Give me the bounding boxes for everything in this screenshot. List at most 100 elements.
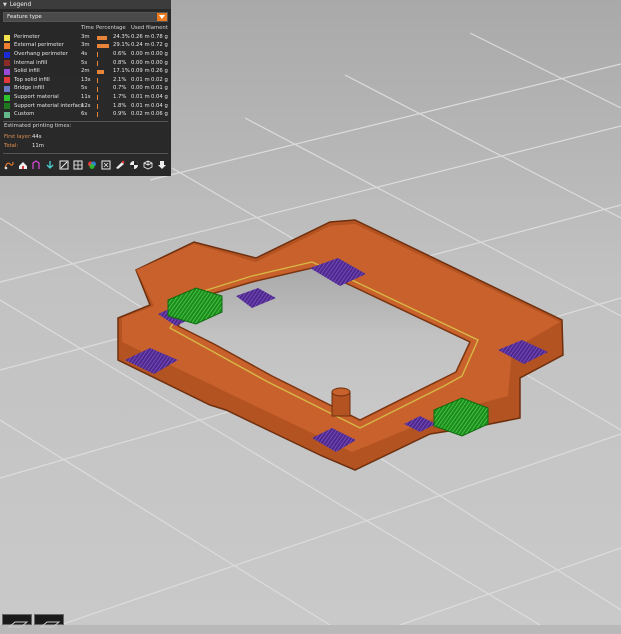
feature-time: 3m <box>81 33 90 40</box>
first-layer-label: First layer: <box>4 134 32 140</box>
seams-icon[interactable] <box>58 158 70 171</box>
feature-time: 5s <box>81 59 88 66</box>
first-layer-row: First layer: 44s <box>4 134 42 140</box>
custom-gcodes-icon[interactable] <box>114 158 126 171</box>
deretractions-icon[interactable] <box>44 158 56 171</box>
legend-row[interactable]: Internal infill 5s 0.8% 0.00 m 0.00 g <box>0 59 171 68</box>
feature-weight: 0.00 g <box>151 50 168 57</box>
legend-row[interactable]: Top solid infill 13s 2.1% 0.01 m 0.02 g <box>0 76 171 85</box>
feature-time: 12s <box>81 102 91 109</box>
center-of-gravity-icon[interactable] <box>128 158 140 171</box>
feature-percentage: 0.9% <box>113 111 127 118</box>
feature-weight: 0.00 g <box>151 59 168 66</box>
percentage-bar <box>97 86 98 92</box>
collapse-triangle-icon[interactable]: ▼ <box>3 2 7 8</box>
feature-percentage: 1.7% <box>113 93 127 100</box>
feature-name: Overhang perimeter <box>14 50 68 57</box>
bottom-view-tabs <box>0 614 66 628</box>
feature-length: 0.01 m <box>131 102 150 109</box>
feature-weight: 0.26 g <box>151 68 168 75</box>
feature-weight: 0.02 g <box>151 76 168 83</box>
legend-header: Time Percentage Used filament <box>0 25 171 32</box>
feature-percentage: 2.1% <box>113 76 127 83</box>
percentage-bar <box>97 35 108 40</box>
feature-weight: 0.01 g <box>151 85 168 92</box>
tool-changes-icon[interactable] <box>72 158 84 171</box>
pause-prints-icon[interactable] <box>100 158 112 171</box>
feature-name: Custom <box>14 111 35 118</box>
percentage-bar <box>97 52 98 58</box>
legend-color-swatch <box>4 60 10 67</box>
legend-color-swatch <box>4 77 10 84</box>
feature-length: 0.26 m <box>131 33 150 40</box>
view-type-select[interactable]: Feature type <box>3 12 168 22</box>
percentage-bar <box>97 103 98 109</box>
chevron-down-icon[interactable] <box>157 13 167 21</box>
legend-row[interactable]: Perimeter 3m 24.3% 0.26 m 0.78 g <box>0 33 171 42</box>
legend-row[interactable]: Bridge infill 5s 0.7% 0.00 m 0.01 g <box>0 85 171 94</box>
percentage-bar <box>97 69 105 74</box>
view-type-value: Feature type <box>7 14 42 20</box>
retractions-icon[interactable] <box>30 158 42 171</box>
layer-view-tab[interactable] <box>2 614 32 628</box>
legend-color-swatch <box>4 103 10 110</box>
feature-weight: 0.72 g <box>151 42 168 49</box>
feature-name: Bridge infill <box>14 85 45 92</box>
estimated-times-title: Estimated printing times: <box>4 123 72 129</box>
color-changes-icon[interactable] <box>86 158 98 171</box>
feature-time: 13s <box>81 76 91 83</box>
feature-length: 0.09 m <box>131 68 150 75</box>
total-label: Total: <box>4 143 19 149</box>
header-percentage: Percentage <box>96 25 126 31</box>
wipe-icon[interactable] <box>17 158 29 171</box>
feature-name: Internal infill <box>14 59 48 66</box>
feature-time: 11s <box>81 93 91 100</box>
feature-name: Top solid infill <box>14 76 50 83</box>
legend-row[interactable]: Support material interface 12s 1.8% 0.01 m0… <box>0 102 171 111</box>
feature-percentage: 17.1% <box>113 68 130 75</box>
divider <box>3 153 168 154</box>
feature-weight: 0.04 g <box>151 93 168 100</box>
legend-color-swatch <box>4 94 10 101</box>
feature-percentage: 24.3% <box>113 33 130 40</box>
feature-length: 0.02 m <box>131 111 150 118</box>
first-layer-value: 44s <box>32 134 42 140</box>
feature-time: 4s <box>81 50 88 57</box>
percentage-bar <box>97 112 98 118</box>
shells-icon[interactable] <box>142 158 154 171</box>
legend-color-swatch <box>4 86 10 93</box>
percentage-bar <box>97 60 98 66</box>
feature-name: Support material <box>14 93 59 100</box>
header-time: Time <box>81 25 94 31</box>
legend-options-toolbar <box>0 156 171 174</box>
feature-length: 0.01 m <box>131 76 150 83</box>
feature-name: External perimeter <box>14 42 64 49</box>
total-value: 11m <box>32 143 44 149</box>
feature-weight: 0.06 g <box>151 111 168 118</box>
feature-time: 2m <box>81 68 90 75</box>
tool-marker-icon[interactable] <box>156 158 168 171</box>
legend-row[interactable]: Support material 11s 1.7% 0.01 m 0.04 g <box>0 93 171 102</box>
legend-color-swatch <box>4 43 10 50</box>
legend-row[interactable]: External perimeter 3m 29.1% 0.24 m 0.72 g <box>0 42 171 51</box>
feature-weight: 0.04 g <box>151 102 168 109</box>
feature-percentage: 0.8% <box>113 59 127 66</box>
feature-name: Support material interface <box>14 102 85 109</box>
feature-time: 5s <box>81 85 88 92</box>
feature-name: Perimeter <box>14 33 40 40</box>
feature-length: 0.24 m <box>131 42 150 49</box>
feature-time: 3m <box>81 42 90 49</box>
feature-time: 6s <box>81 111 88 118</box>
legend-titlebar[interactable]: ▼ Legend <box>0 0 171 9</box>
legend-row[interactable]: Solid infill 2m 17.1% 0.09 m 0.26 g <box>0 67 171 76</box>
travel-icon[interactable] <box>3 158 15 171</box>
total-row: Total: 11m <box>4 143 44 149</box>
legend-row[interactable]: Overhang perimeter 4s 0.6% 0.00 m 0.00 g <box>0 50 171 59</box>
percentage-bar <box>97 77 98 83</box>
percentage-bar <box>97 95 98 101</box>
feature-weight: 0.78 g <box>151 33 168 40</box>
preview-view-tab[interactable] <box>34 614 64 628</box>
feature-length: 0.00 m <box>131 50 150 57</box>
feature-length: 0.00 m <box>131 59 150 66</box>
legend-row[interactable]: Custom 6s 0.9% 0.02 m 0.06 g <box>0 110 171 119</box>
